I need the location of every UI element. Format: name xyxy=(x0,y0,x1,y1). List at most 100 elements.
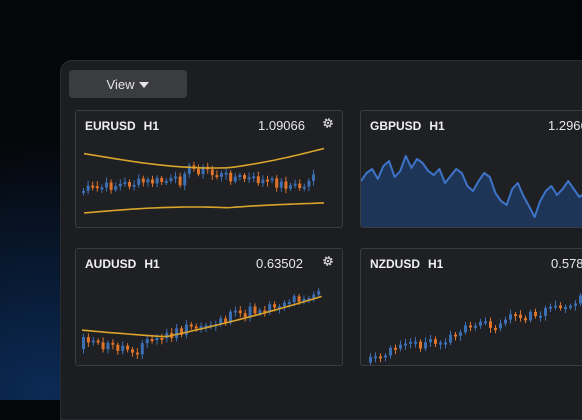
candle-body xyxy=(307,180,311,187)
candle-body xyxy=(374,356,377,359)
candle-body xyxy=(229,172,233,182)
candle-body xyxy=(389,347,392,356)
candle-body xyxy=(399,344,402,349)
candle-body xyxy=(479,321,482,326)
candle-body xyxy=(469,325,472,328)
candle-body xyxy=(111,342,115,345)
candle-body xyxy=(414,341,417,344)
candle-body xyxy=(114,186,118,190)
bollinger-lower-band xyxy=(83,202,325,214)
candle-body xyxy=(82,337,85,349)
candle-body xyxy=(197,168,200,175)
timeframe-label: H1 xyxy=(144,257,160,271)
candle-body xyxy=(494,327,497,330)
gear-icon[interactable] xyxy=(321,116,335,130)
candle-body xyxy=(210,169,214,176)
candle-body xyxy=(194,326,198,329)
candle-body xyxy=(247,177,251,180)
candle-body xyxy=(293,183,297,186)
symbol-label: NZDUSD xyxy=(370,257,420,271)
candle-body xyxy=(544,308,547,316)
candle-body xyxy=(569,305,572,308)
candle-body xyxy=(256,176,260,184)
candle-body xyxy=(178,176,182,186)
candle-body xyxy=(86,337,90,343)
candle-body xyxy=(151,179,154,184)
candle-body xyxy=(91,185,95,188)
candle-body xyxy=(238,310,242,314)
view-label: View xyxy=(106,76,135,92)
candle-body xyxy=(279,181,283,188)
candle-body xyxy=(183,173,187,186)
candle-body xyxy=(509,314,512,320)
candle-body xyxy=(504,319,507,324)
symbol-label: AUDUSD xyxy=(85,257,137,271)
price-label: 1.2966 xyxy=(548,118,582,133)
candle-body xyxy=(261,179,265,184)
candle-body xyxy=(118,183,122,187)
candle-body xyxy=(150,339,154,342)
candle-body xyxy=(317,291,321,295)
price-label: 0.63502 xyxy=(256,256,303,271)
panel-title: GBPUSD H1 xyxy=(370,119,445,133)
candle-body xyxy=(302,186,306,189)
candle-body xyxy=(404,343,407,346)
candle-body xyxy=(454,334,457,337)
candle-body xyxy=(424,342,427,349)
candle-body xyxy=(298,183,302,188)
candle-body xyxy=(270,178,274,181)
candle-body xyxy=(252,176,256,179)
candle-body xyxy=(105,182,108,188)
candle-body xyxy=(155,178,159,184)
candle-body xyxy=(539,315,542,318)
candle-body xyxy=(499,323,502,329)
timeframe-label: H1 xyxy=(428,257,444,271)
candle-body xyxy=(175,328,179,339)
candle-body xyxy=(174,176,177,179)
bollinger-upper-band xyxy=(83,147,325,169)
candle-body xyxy=(155,337,159,340)
candle-body xyxy=(184,324,188,335)
candle-body xyxy=(449,334,452,343)
chart-panel-nzdusd[interactable]: NZDUSD H1 0.5783 xyxy=(360,248,582,366)
candle-body xyxy=(312,294,316,299)
candle-body xyxy=(106,342,110,350)
candle-body xyxy=(224,172,228,175)
candle-body xyxy=(287,302,291,305)
candle-body xyxy=(215,175,219,178)
candle-body xyxy=(233,310,237,313)
candle-body xyxy=(169,177,173,182)
candle-body xyxy=(384,355,387,358)
candle-body xyxy=(419,341,422,349)
chart-panel-audusd[interactable]: AUDUSD H1 0.63502 xyxy=(75,248,343,366)
candle-body xyxy=(86,185,90,191)
candle-body xyxy=(126,345,130,350)
candle-body xyxy=(514,314,517,317)
gear-icon[interactable] xyxy=(321,254,335,268)
candle-body xyxy=(554,305,557,308)
candle-body xyxy=(121,345,125,351)
candle-body xyxy=(549,306,552,309)
candle-body xyxy=(273,304,277,308)
candle-body xyxy=(146,179,150,183)
candle-body xyxy=(564,307,567,310)
candle-body xyxy=(519,314,522,319)
candle-body xyxy=(140,343,144,355)
panel-title: AUDUSD H1 xyxy=(85,257,160,271)
candle-body xyxy=(82,190,85,193)
candle-body xyxy=(312,174,315,181)
candle-body xyxy=(297,296,301,302)
chart-panel-eurusd[interactable]: EURUSD H1 1.09066 xyxy=(75,110,343,228)
candle-body xyxy=(189,324,193,327)
price-area-fill xyxy=(361,156,582,227)
candle-body xyxy=(489,321,492,328)
candle-body xyxy=(123,182,127,185)
chart-panel-gbpusd[interactable]: GBPUSD H1 1.2966 xyxy=(360,110,582,228)
view-dropdown-button[interactable]: View xyxy=(69,70,187,98)
price-label: 1.09066 xyxy=(258,118,305,133)
candle-body xyxy=(379,356,382,359)
panel-title: NZDUSD H1 xyxy=(370,257,443,271)
symbol-label: EURUSD xyxy=(85,119,136,133)
candle-body xyxy=(164,181,168,184)
candle-body xyxy=(243,313,247,318)
